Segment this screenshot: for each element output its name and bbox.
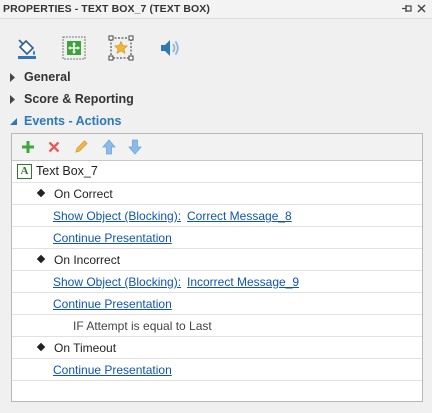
section-general[interactable]: General	[0, 67, 432, 87]
section-events-actions[interactable]: Events - Actions	[0, 111, 432, 131]
action-row: Continue Presentation	[12, 293, 422, 315]
trigger-label: On Correct	[54, 187, 113, 201]
audio-icon[interactable]	[156, 35, 182, 61]
event-trigger-row[interactable]: On Correct	[12, 183, 422, 205]
section-label: Score & Reporting	[24, 92, 134, 106]
action-row: Show Object (Blocking): Correct Message_…	[12, 205, 422, 227]
action-link[interactable]: Continue Presentation	[53, 231, 172, 245]
condition-label: IF Attempt is equal to Last	[73, 319, 212, 333]
action-link[interactable]: Continue Presentation	[53, 363, 172, 377]
target-object-link[interactable]: Incorrect Message_9	[187, 275, 299, 289]
section-label: Events - Actions	[24, 114, 122, 128]
trigger-label: On Incorrect	[54, 253, 121, 267]
expand-arrow-icon	[10, 95, 15, 104]
action-row: Continue Presentation	[12, 227, 422, 249]
event-trigger-row[interactable]: On Incorrect	[12, 249, 422, 271]
section-label: General	[24, 70, 71, 84]
property-category-toolbar	[0, 28, 432, 64]
diamond-bullet-icon	[36, 188, 46, 198]
pin-icon[interactable]	[400, 2, 413, 15]
position-size-icon[interactable]	[61, 35, 87, 61]
collapse-arrow-icon	[10, 118, 17, 125]
delete-icon[interactable]	[45, 138, 63, 156]
condition-row[interactable]: IF Attempt is equal to Last	[12, 315, 422, 337]
fill-bucket-icon[interactable]	[14, 35, 40, 61]
expand-arrow-icon	[10, 73, 15, 82]
events-actions-panel: A Text Box_7 On Correct Show Object (Blo…	[11, 133, 423, 402]
action-row: Show Object (Blocking): Incorrect Messag…	[12, 271, 422, 293]
action-row: Continue Presentation	[12, 359, 422, 381]
section-score-reporting[interactable]: Score & Reporting	[0, 89, 432, 109]
panel-title-bar: PROPERTIES - TEXT BOX_7 (TEXT BOX)	[0, 0, 432, 19]
move-up-icon[interactable]	[100, 138, 118, 156]
move-down-icon[interactable]	[126, 138, 144, 156]
event-trigger-row[interactable]: On Timeout	[12, 337, 422, 359]
edit-pencil-icon[interactable]	[72, 138, 90, 156]
action-link[interactable]: Show Object (Blocking):	[53, 209, 181, 223]
event-object-name: Text Box_7	[36, 164, 98, 178]
events-list: A Text Box_7 On Correct Show Object (Blo…	[12, 161, 422, 381]
event-object-row[interactable]: A Text Box_7	[12, 161, 422, 183]
text-box-icon: A	[17, 164, 32, 179]
close-icon[interactable]	[415, 2, 428, 15]
trigger-label: On Timeout	[54, 341, 117, 355]
action-link[interactable]: Show Object (Blocking):	[53, 275, 181, 289]
diamond-bullet-icon	[36, 254, 46, 264]
panel-title: PROPERTIES - TEXT BOX_7 (TEXT BOX)	[3, 3, 211, 15]
events-toolbar	[12, 134, 422, 161]
add-icon[interactable]	[19, 138, 37, 156]
target-object-link[interactable]: Correct Message_8	[187, 209, 292, 223]
star-box-icon[interactable]	[108, 35, 134, 61]
action-link[interactable]: Continue Presentation	[53, 297, 172, 311]
diamond-bullet-icon	[36, 342, 46, 352]
